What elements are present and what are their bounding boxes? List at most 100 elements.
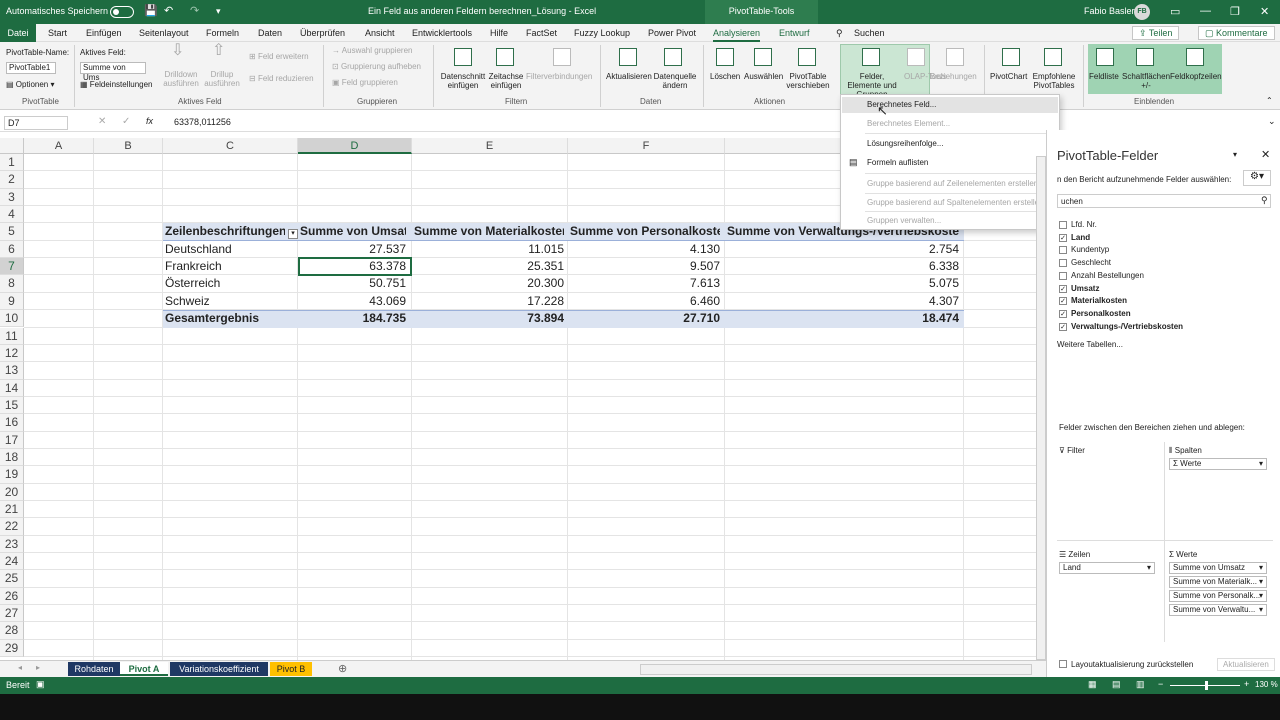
update-button[interactable]: Aktualisieren [1217, 658, 1275, 671]
collapse-ribbon-icon[interactable]: ⌃ [1266, 96, 1273, 105]
field-name[interactable]: Geschlecht [1071, 258, 1111, 267]
field-list-button[interactable]: Feldliste [1089, 72, 1119, 81]
pivot-data-cell[interactable]: 43.069 [300, 293, 406, 310]
search-icon[interactable]: ⚲ [836, 28, 843, 39]
insert-timeline-button[interactable]: Zeitachse einfügen [486, 72, 526, 90]
field-checkbox[interactable]: ✓ [1059, 233, 1067, 242]
group-field-button[interactable]: ▣ Feld gruppieren [332, 78, 398, 87]
comments-button[interactable]: ▢ Kommentare [1198, 26, 1275, 40]
autosave-toggle[interactable] [110, 6, 134, 18]
drillup-button[interactable]: Drillup ausführen [202, 70, 242, 88]
column-header[interactable]: C [163, 138, 298, 154]
pivot-data-cell[interactable]: Österreich [165, 275, 285, 292]
pivot-header-cell[interactable]: Summe von Materialkosten [414, 223, 564, 240]
add-sheet-icon[interactable]: ⊕ [338, 662, 347, 675]
row-labels-filter-dropdown[interactable]: ▾ [288, 229, 298, 239]
group-selection-button[interactable]: → Auswahl gruppieren [332, 46, 413, 55]
column-header[interactable]: E [412, 138, 568, 154]
macro-record-icon[interactable]: ▣ [36, 679, 45, 690]
pivot-total-cell[interactable]: Gesamtergebnis [165, 310, 285, 327]
value-item[interactable]: Summe von Personalk... [1169, 590, 1267, 602]
undo-icon[interactable]: ↶ [164, 4, 173, 17]
share-button[interactable]: ⇪ Teilen [1132, 26, 1180, 40]
menu-item-solve-order[interactable]: Lösungsreihenfolge... [867, 139, 944, 148]
customize-quick-access-icon[interactable]: ▾ [216, 6, 221, 17]
row-header[interactable]: 23 [0, 535, 24, 554]
insert-function-icon[interactable]: fx [146, 116, 153, 126]
restore-icon[interactable]: ❐ [1230, 5, 1240, 18]
pivot-data-cell[interactable]: Frankreich [165, 258, 285, 275]
normal-view-icon[interactable]: ▦ [1088, 679, 1097, 690]
tab-formulas[interactable]: Formeln [206, 28, 239, 38]
close-icon[interactable]: ✕ [1260, 5, 1269, 18]
menu-item-group-by-row-items[interactable]: Gruppe basierend auf Zeilenelementen ers… [867, 179, 1045, 188]
menu-item-manage-groups[interactable]: Gruppen verwalten... [867, 216, 941, 225]
field-name[interactable]: Lfd. Nr. [1071, 220, 1097, 229]
pivot-data-cell[interactable]: 2.754 [727, 241, 959, 258]
row-header[interactable]: 6 [0, 240, 24, 259]
menu-item-list-formulas[interactable]: Formeln auflisten [867, 158, 928, 167]
pivot-header-cell[interactable]: Zeilenbeschriftungen [165, 223, 285, 240]
field-checkbox[interactable] [1059, 259, 1067, 268]
pivot-header-cell[interactable]: Summe von Umsatz [300, 223, 406, 240]
zoom-in-icon[interactable]: + [1244, 679, 1249, 689]
tab-factset[interactable]: FactSet [526, 28, 557, 38]
pivot-data-cell[interactable]: 20.300 [414, 275, 564, 292]
pivotchart-button[interactable]: PivotChart [990, 72, 1027, 81]
select-button[interactable]: Auswählen [744, 72, 783, 81]
tab-fuzzy-lookup[interactable]: Fuzzy Lookup [574, 28, 630, 38]
tab-review[interactable]: Überprüfen [300, 28, 345, 38]
tab-developer[interactable]: Entwicklertools [412, 28, 472, 38]
user-name[interactable]: Fabio Basler [1084, 6, 1135, 16]
redo-icon[interactable]: ↷ [190, 4, 199, 17]
field-checkbox[interactable]: ✓ [1059, 309, 1067, 318]
next-sheet-icon[interactable]: ▸ [36, 663, 40, 672]
pivot-total-cell[interactable]: 27.710 [570, 310, 720, 327]
row-header[interactable]: 2 [0, 171, 24, 189]
tab-file[interactable]: Datei [0, 24, 36, 42]
field-settings-button[interactable]: ▦ Feldeinstellungen [80, 80, 153, 89]
tab-analyze[interactable]: Analysieren [713, 28, 761, 42]
sheet-tab-variationskoeffizient[interactable]: Variationskoeffizient [170, 662, 268, 676]
rows-area-land[interactable]: Land [1059, 562, 1155, 574]
pivot-data-cell[interactable]: 5.075 [727, 275, 959, 292]
row-header[interactable]: 12 [0, 344, 24, 363]
row-header[interactable]: 27 [0, 605, 24, 623]
row-header[interactable]: 26 [0, 587, 24, 606]
columns-area-values[interactable]: Σ Werte [1169, 458, 1267, 470]
page-break-view-icon[interactable]: ▥ [1136, 679, 1145, 690]
zoom-slider-thumb[interactable] [1205, 681, 1208, 690]
prev-sheet-icon[interactable]: ◂ [18, 663, 22, 672]
gear-icon[interactable]: ⚙▾ [1243, 170, 1271, 186]
select-all-corner[interactable] [0, 138, 24, 154]
collapse-field-button[interactable]: ⊟ Feld reduzieren [249, 74, 314, 83]
row-header[interactable]: 14 [0, 379, 24, 397]
sheet-tab-rohdaten[interactable]: Rohdaten [68, 662, 120, 676]
row-header[interactable]: 15 [0, 396, 24, 415]
row-header[interactable]: 11 [0, 327, 24, 345]
field-name[interactable]: Anzahl Bestellungen [1071, 271, 1144, 280]
active-field-input[interactable]: Summe von Ums [80, 62, 146, 82]
minimize-icon[interactable]: — [1200, 5, 1211, 17]
insert-slicer-button[interactable]: Datenschnitt einfügen [440, 72, 486, 90]
pivot-data-cell[interactable]: 25.351 [414, 258, 564, 275]
pivot-data-cell[interactable]: Schweiz [165, 293, 285, 310]
pivot-data-cell[interactable]: Deutschland [165, 241, 285, 258]
row-header[interactable]: 22 [0, 518, 24, 536]
field-checkbox[interactable] [1059, 221, 1067, 229]
row-header[interactable]: 5 [0, 223, 24, 241]
pivot-data-cell[interactable]: 7.613 [570, 275, 720, 292]
active-cell-d7[interactable] [298, 257, 412, 276]
ungroup-button[interactable]: ⊡ Gruppierung aufheben [332, 62, 421, 71]
pivot-total-cell[interactable]: 73.894 [414, 310, 564, 327]
row-header[interactable]: 7 [0, 258, 24, 276]
plus-minus-buttons-button[interactable]: Schaltflächen +/- [1118, 72, 1174, 90]
field-checkbox[interactable] [1059, 246, 1067, 255]
tab-design[interactable]: Entwurf [779, 28, 810, 38]
field-headers-button[interactable]: Feldkopfzeilen [1170, 72, 1222, 81]
tab-start[interactable]: Start [48, 28, 67, 38]
pivot-data-cell[interactable]: 11.015 [414, 241, 564, 258]
defer-update-checkbox[interactable] [1059, 660, 1067, 668]
row-header[interactable]: 10 [0, 310, 24, 328]
value-item[interactable]: Summe von Materialk... [1169, 576, 1267, 588]
